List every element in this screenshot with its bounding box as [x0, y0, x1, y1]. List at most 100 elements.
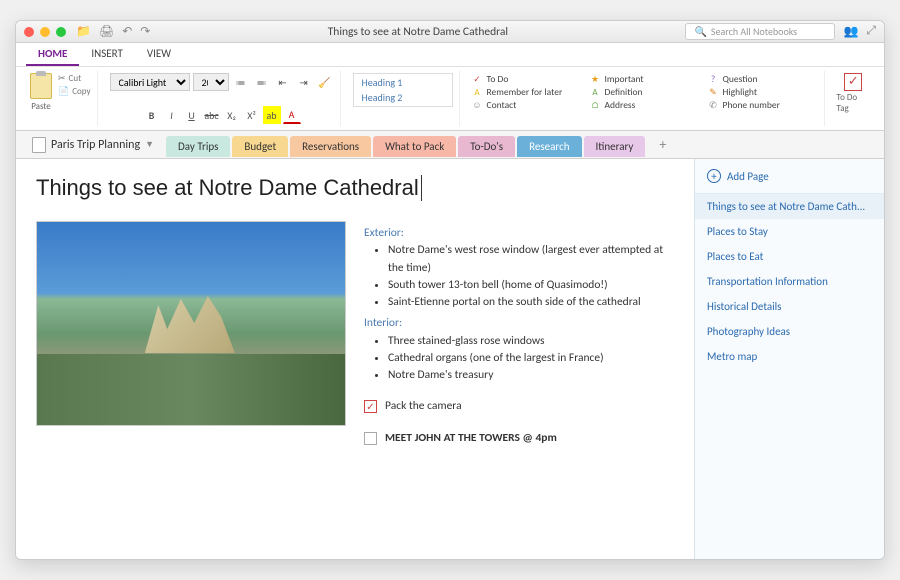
folder-icon[interactable]: 📁 — [76, 24, 91, 39]
tag-icon: ★ — [590, 74, 601, 85]
style-heading1[interactable]: Heading 1 — [362, 76, 444, 89]
page-title[interactable]: Things to see at Notre Dame Cathedral — [36, 175, 422, 201]
superscript-button[interactable]: X² — [243, 106, 261, 124]
page-item[interactable]: Photography Ideas — [695, 319, 884, 344]
todo-1-label: Pack the camera — [385, 398, 462, 415]
font-color-button[interactable]: A — [283, 106, 301, 124]
undo-icon[interactable]: ↶ — [122, 24, 132, 39]
tag-definition[interactable]: ADefinition — [590, 86, 700, 98]
exterior-heading: Exterior: — [364, 225, 674, 242]
fullscreen-icon[interactable]: ⤢ — [866, 24, 876, 39]
content-area: Things to see at Notre Dame Cathedral Ex… — [16, 159, 884, 559]
tag-address[interactable]: ⌂Address — [590, 99, 700, 111]
checkbox-checked-icon[interactable]: ✓ — [364, 400, 377, 413]
ribbon-tab-home[interactable]: HOME — [26, 43, 79, 66]
page-item[interactable]: Places to Stay — [695, 219, 884, 244]
copy-button[interactable]: 📄 Copy — [58, 86, 91, 97]
clear-formatting-button[interactable]: 🧹 — [316, 73, 334, 91]
tag-phone-number[interactable]: ✆Phone number — [708, 99, 818, 111]
cut-button[interactable]: ✂ Cut — [58, 73, 91, 84]
tag-icon: A — [472, 87, 483, 98]
tag-to-do[interactable]: ✓To Do — [472, 73, 582, 85]
tag-icon: ✎ — [708, 87, 719, 98]
subscript-button[interactable]: X₂ — [223, 106, 241, 124]
font-group: Calibri Light 20 ≔ ≕ ⇤ ⇥ 🧹 B I U abc X₂ … — [104, 71, 341, 126]
bullets-button[interactable]: ≔ — [232, 73, 250, 91]
tag-icon: ✆ — [708, 100, 719, 111]
todo-item-1[interactable]: ✓ Pack the camera — [364, 398, 674, 415]
italic-button[interactable]: I — [163, 106, 181, 124]
tag-highlight[interactable]: ✎Highlight — [708, 86, 818, 98]
zoom-window-button[interactable] — [56, 27, 66, 37]
todo-tag-label: To Do Tag — [837, 92, 870, 114]
page-canvas[interactable]: Things to see at Notre Dame Cathedral Ex… — [16, 159, 694, 559]
add-page-button[interactable]: + Add Page — [695, 159, 884, 194]
todo-item-2[interactable]: ✓ MEET JOHN AT THE TOWERS @ 4pm — [364, 430, 674, 447]
ribbon: Paste ✂ Cut 📄 Copy Calibri Light 20 ≔ ≕ … — [16, 67, 884, 131]
highlight-button[interactable]: ab — [263, 106, 281, 124]
tag-question[interactable]: ?Question — [708, 73, 818, 85]
indent-button[interactable]: ⇥ — [295, 73, 313, 91]
tag-icon: ✓ — [472, 74, 483, 85]
paste-button[interactable]: Paste — [30, 73, 52, 112]
search-input[interactable]: 🔍 Search All Notebooks — [685, 23, 835, 40]
app-window: 📁 🖨 ↶ ↷ Things to see at Notre Dame Cath… — [15, 20, 885, 560]
list-item: Notre Dame's treasury — [388, 367, 674, 384]
section-tab-day-trips[interactable]: Day Trips — [166, 136, 230, 157]
underline-button[interactable]: U — [183, 106, 201, 124]
page-item[interactable]: Places to Eat — [695, 244, 884, 269]
tag-important[interactable]: ★Important — [590, 73, 700, 85]
add-section-button[interactable]: + — [649, 132, 676, 157]
checkbox-empty-icon[interactable]: ✓ — [364, 432, 377, 445]
note-text[interactable]: Exterior: Notre Dame's west rose window … — [364, 221, 674, 447]
section-tab-what-to-pack[interactable]: What to Pack — [373, 136, 456, 157]
section-tab-research[interactable]: Research — [517, 136, 581, 157]
numbering-button[interactable]: ≕ — [253, 73, 271, 91]
clipboard-group: Paste ✂ Cut 📄 Copy — [24, 71, 98, 126]
list-item: Three stained-glass rose windows — [388, 333, 674, 350]
page-list-panel: + Add Page Things to see at Notre Dame C… — [694, 159, 884, 559]
strikethrough-button[interactable]: abc — [203, 106, 221, 124]
page-item[interactable]: Historical Details — [695, 294, 884, 319]
window-title: Things to see at Notre Dame Cathedral — [150, 25, 685, 39]
search-placeholder: Search All Notebooks — [711, 25, 797, 38]
section-tab-to-do-s[interactable]: To-Do's — [458, 136, 515, 157]
minimize-window-button[interactable] — [40, 27, 50, 37]
tag-contact[interactable]: ☺Contact — [472, 99, 582, 111]
todo-tag-button[interactable]: To Do Tag — [837, 73, 870, 114]
style-heading2[interactable]: Heading 2 — [362, 91, 444, 104]
print-icon[interactable]: 🖨 — [99, 24, 114, 39]
font-family-select[interactable]: Calibri Light — [110, 73, 190, 91]
checkbox-icon — [844, 73, 862, 91]
tag-icon: ☺ — [472, 100, 483, 111]
ribbon-tab-view[interactable]: VIEW — [135, 43, 183, 66]
clipboard-icon — [30, 73, 52, 99]
section-tab-budget[interactable]: Budget — [232, 136, 288, 157]
close-window-button[interactable] — [24, 27, 34, 37]
font-size-select[interactable]: 20 — [193, 73, 229, 91]
notebook-name: Paris Trip Planning — [51, 138, 140, 152]
note-image[interactable] — [36, 221, 346, 426]
bold-button[interactable]: B — [143, 106, 161, 124]
ribbon-tab-insert[interactable]: INSERT — [79, 43, 135, 66]
notebook-icon — [32, 137, 46, 153]
notebook-selector[interactable]: Paris Trip Planning ▼ — [24, 134, 162, 156]
redo-icon[interactable]: ↷ — [140, 24, 150, 39]
interior-heading: Interior: — [364, 315, 674, 332]
add-page-label: Add Page — [727, 170, 769, 183]
tag-remember-for-later[interactable]: ARemember for later — [472, 86, 582, 98]
section-tab-itinerary[interactable]: Itinerary — [584, 136, 646, 157]
page-item[interactable]: Transportation Information — [695, 269, 884, 294]
share-icon[interactable]: 👥 — [843, 24, 858, 39]
list-item: Cathedral organs (one of the largest in … — [388, 350, 674, 367]
page-item[interactable]: Metro map — [695, 344, 884, 369]
titlebar: 📁 🖨 ↶ ↷ Things to see at Notre Dame Cath… — [16, 21, 884, 43]
share-buttons: 👥 ⤢ — [843, 24, 876, 39]
todo-tag-group: To Do Tag — [831, 71, 876, 126]
list-item: Saint-Etienne portal on the south side o… — [388, 294, 674, 311]
traffic-lights — [24, 27, 66, 37]
tag-icon: A — [590, 87, 601, 98]
outdent-button[interactable]: ⇤ — [274, 73, 292, 91]
page-item[interactable]: Things to see at Notre Dame Cath... — [695, 194, 884, 219]
section-tab-reservations[interactable]: Reservations — [290, 136, 371, 157]
